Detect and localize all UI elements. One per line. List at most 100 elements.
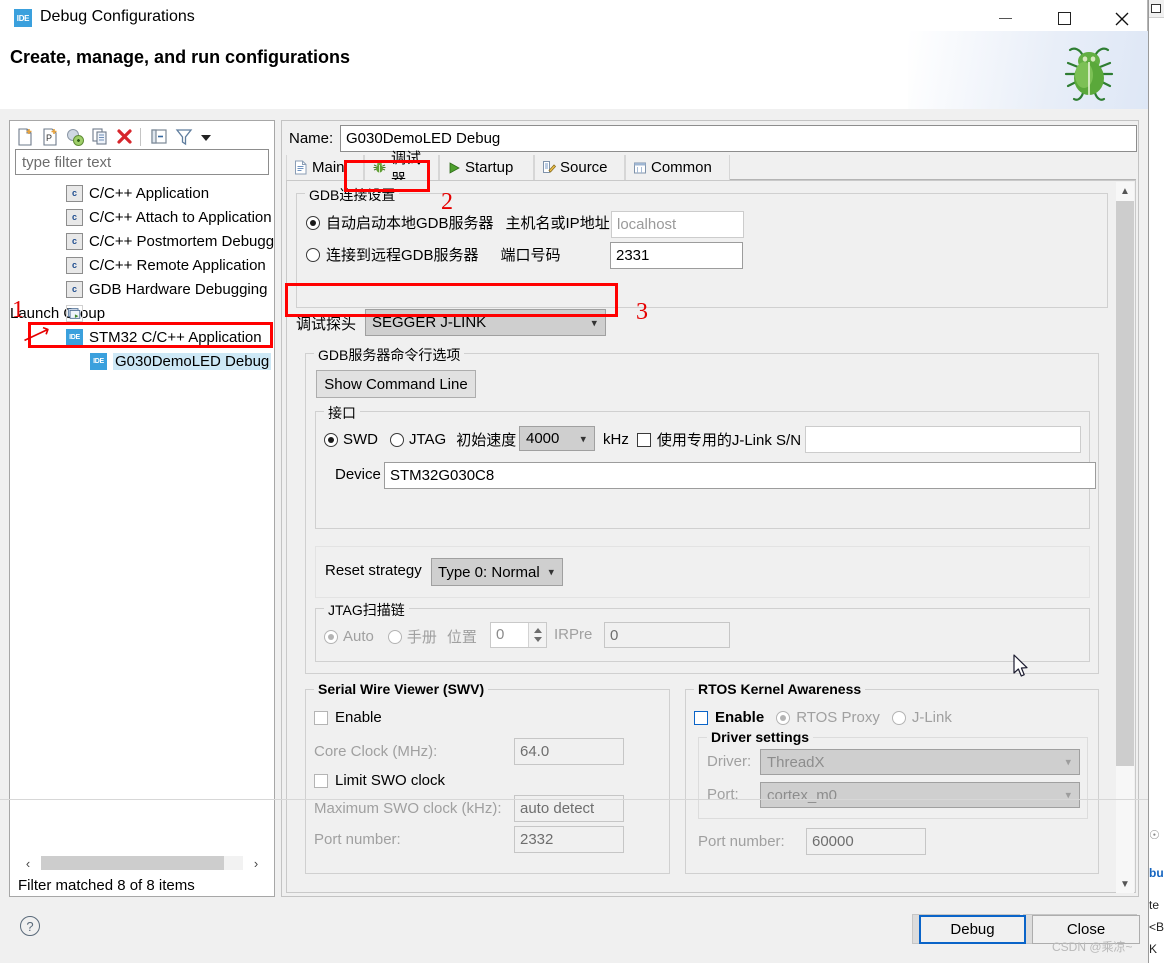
tree-item-g030demoled-debug[interactable]: IDE G030DemoLED Debug: [10, 349, 274, 373]
c-config-icon: c: [66, 208, 83, 226]
jtag-auto-radio[interactable]: [324, 629, 338, 644]
vscroll-thumb[interactable]: [1116, 201, 1134, 766]
speed-unit-label: kHz: [603, 431, 629, 448]
gdb-connection-legend: GDB连接设置: [305, 185, 400, 205]
tab-main[interactable]: Main: [286, 155, 364, 180]
driver-settings-group: Driver settings Driver: ThreadX ▾ Port: …: [698, 729, 1088, 819]
scroll-up-icon[interactable]: ▲: [1116, 182, 1134, 200]
duplicate-icon[interactable]: [89, 126, 111, 148]
tab-source[interactable]: Source: [534, 155, 625, 180]
tab-label: Main: [312, 159, 345, 176]
scroll-down-icon[interactable]: ▼: [1116, 875, 1134, 893]
configuration-tree-panel: P type filter text c C/C++ Application c…: [9, 120, 275, 897]
gdb-connection-group: GDB连接设置 自动启动本地GDB服务器 主机名或IP地址 localhost: [296, 185, 1108, 308]
delete-icon[interactable]: [114, 126, 136, 148]
swv-enable-row[interactable]: Enable: [314, 709, 382, 726]
driver-select[interactable]: ThreadX ▾: [760, 749, 1080, 775]
export-icon[interactable]: [64, 126, 86, 148]
filter-input[interactable]: type filter text: [15, 149, 269, 175]
jtag-scan-chain-group: JTAG扫描链 Auto 手册 位置 0 IRPre 0: [315, 600, 1090, 662]
irpre-label: IRPre: [554, 626, 593, 643]
auto-start-radio-row[interactable]: 自动启动本地GDB服务器 主机名或IP地址: [306, 212, 610, 233]
core-clock-input[interactable]: 64.0: [514, 738, 624, 765]
tab-debugger[interactable]: 调试器: [364, 150, 439, 188]
tree-item-c-application[interactable]: c C/C++ Application: [10, 181, 274, 205]
gdb-server-options-legend: GDB服务器命令行选项: [314, 345, 465, 365]
tree-item-gdb-hardware[interactable]: c GDB Hardware Debugging: [10, 277, 274, 301]
scroll-right-icon[interactable]: ›: [243, 856, 269, 871]
remote-radio[interactable]: [306, 247, 320, 262]
collapse-all-icon[interactable]: [148, 126, 170, 148]
limit-swo-checkbox[interactable]: [314, 773, 328, 788]
body-bottom-divider: [0, 799, 1148, 800]
port-input[interactable]: 2331: [610, 242, 743, 269]
rtos-proxy-radio[interactable]: [776, 710, 791, 725]
rtos-jlink-radio[interactable]: [891, 710, 906, 725]
tree-item-c-attach[interactable]: c C/C++ Attach to Application: [10, 205, 274, 229]
background-window-titlebar: [1149, 0, 1164, 18]
debug-button[interactable]: Debug: [919, 915, 1026, 944]
new-configuration-icon[interactable]: [14, 126, 36, 148]
stepper-buttons[interactable]: [528, 623, 546, 647]
remote-radio-row[interactable]: 连接到远程GDB服务器 端口号码: [306, 244, 561, 265]
chevron-down-icon: ▾: [591, 317, 597, 329]
jtag-manual-label: 手册: [406, 629, 437, 646]
name-input[interactable]: G030DemoLED Debug: [340, 125, 1137, 152]
background-fragment-text-4: K: [1149, 942, 1158, 956]
swv-enable-checkbox[interactable]: [314, 710, 328, 725]
debug-configurations-dialog: IDE Debug Configurations Create, manage,…: [0, 0, 1148, 963]
auto-start-radio[interactable]: [306, 215, 320, 230]
limit-swo-label: Limit SWO clock: [335, 772, 446, 789]
tree-item-label: G030DemoLED Debug: [113, 352, 272, 370]
auto-start-label: 自动启动本地GDB服务器: [326, 215, 494, 232]
scroll-left-icon[interactable]: ‹: [15, 856, 41, 871]
hscroll-thumb[interactable]: [41, 856, 224, 870]
show-command-line-label: Show Command Line: [324, 375, 468, 393]
view-menu-icon[interactable]: [195, 126, 217, 148]
tree-horizontal-scrollbar[interactable]: ‹ ›: [15, 852, 269, 874]
swd-radio[interactable]: [324, 432, 338, 447]
show-command-line-button[interactable]: Show Command Line: [316, 370, 476, 398]
tab-startup[interactable]: Startup: [439, 155, 534, 180]
close-icon: [1115, 12, 1129, 25]
mouse-cursor: [1013, 654, 1028, 677]
rtos-port-number-input[interactable]: 60000: [806, 828, 926, 855]
background-fragment-text-1: bu: [1149, 866, 1164, 880]
limit-swo-row[interactable]: Limit SWO clock: [314, 772, 445, 789]
jtag-label: JTAG: [409, 431, 447, 448]
device-input[interactable]: STM32G030C8: [384, 462, 1096, 489]
hscroll-track[interactable]: [41, 856, 243, 870]
jtag-scan-chain-legend: JTAG扫描链: [324, 600, 409, 620]
reset-strategy-select[interactable]: Type 0: Normal ▾: [431, 558, 563, 586]
jtag-position-stepper[interactable]: 0: [490, 622, 547, 648]
swv-port-number-label: Port number:: [314, 831, 401, 848]
tree-item-c-postmortem[interactable]: c C/C++ Postmortem Debugge: [10, 229, 274, 253]
background-fragment-icon: ☉: [1149, 828, 1160, 842]
rtos-enable-checkbox[interactable]: [694, 710, 708, 725]
svg-text:P: P: [46, 133, 52, 143]
initial-speed-select[interactable]: 4000 ▾: [519, 426, 595, 451]
device-label: Device: [335, 466, 381, 483]
jtag-manual-radio[interactable]: [387, 629, 402, 644]
settings-vertical-scrollbar[interactable]: ▲ ▼: [1116, 182, 1134, 893]
new-prototype-icon[interactable]: P: [39, 126, 61, 148]
device-value: STM32G030C8: [390, 467, 495, 484]
dedicated-sn-input[interactable]: [805, 426, 1081, 453]
help-icon[interactable]: ?: [20, 916, 40, 936]
filter-icon[interactable]: [173, 126, 195, 148]
filter-status-text: Filter matched 8 of 8 items: [18, 877, 195, 894]
tree-item-label: STM32 C/C++ Application: [89, 328, 262, 346]
rtos-port-select[interactable]: cortex_m0 ▾: [760, 782, 1080, 808]
tree-item-launch-group[interactable]: Launch Group: [10, 301, 274, 325]
tab-common[interactable]: Common: [625, 155, 730, 180]
host-input[interactable]: localhost: [611, 211, 744, 238]
jtag-radio[interactable]: [390, 432, 404, 447]
dedicated-sn-checkbox[interactable]: [636, 432, 651, 447]
debug-probe-select[interactable]: SEGGER J-LINK ▾: [365, 309, 606, 336]
swv-port-number-input[interactable]: 2332: [514, 826, 624, 853]
launch-group-icon: [66, 304, 83, 322]
irpre-input[interactable]: 0: [604, 622, 730, 648]
name-label: Name:: [289, 130, 334, 147]
stepper-up-icon: [534, 628, 542, 633]
tree-item-c-remote[interactable]: c C/C++ Remote Application: [10, 253, 274, 277]
